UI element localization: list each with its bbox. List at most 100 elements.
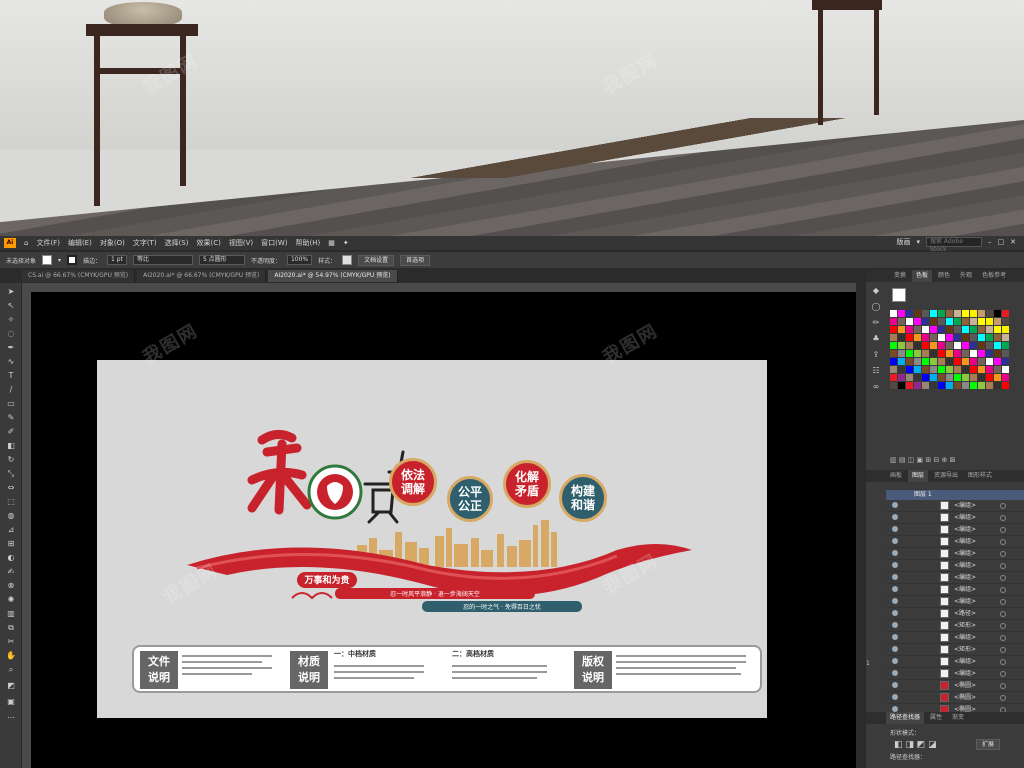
color-swatch[interactable] <box>906 366 913 373</box>
target-circle-icon[interactable] <box>1000 527 1006 533</box>
eraser-icon[interactable]: ◧ <box>5 441 17 451</box>
preferences-button[interactable]: 首选项 <box>400 254 431 266</box>
color-swatch[interactable] <box>930 318 937 325</box>
color-swatch[interactable] <box>890 334 897 341</box>
color-swatch[interactable] <box>906 350 913 357</box>
color-swatch[interactable] <box>890 350 897 357</box>
color-swatch[interactable] <box>922 334 929 341</box>
color-swatch[interactable] <box>914 326 921 333</box>
color-swatch[interactable] <box>938 374 945 381</box>
brushes-icon[interactable]: ✏ <box>871 318 881 328</box>
color-swatch[interactable] <box>962 342 969 349</box>
target-circle-icon[interactable] <box>1000 647 1006 653</box>
color-swatch[interactable] <box>978 374 985 381</box>
color-swatch[interactable] <box>930 374 937 381</box>
color-swatch[interactable] <box>914 366 921 373</box>
lasso-icon[interactable]: ◌ <box>5 329 17 339</box>
properties-icon[interactable]: ◆ <box>871 286 881 296</box>
color-swatch[interactable] <box>906 318 913 325</box>
layer-row[interactable]: <编组> <box>886 656 1024 668</box>
layer-row[interactable]: <矩形> <box>886 620 1024 632</box>
color-swatch[interactable] <box>1002 374 1009 381</box>
menu-edit[interactable]: 编辑(E) <box>68 238 92 248</box>
align-icon[interactable]: ☷ <box>871 366 881 376</box>
color-swatch[interactable] <box>954 326 961 333</box>
color-swatch[interactable] <box>946 358 953 365</box>
tab-artboards[interactable]: 画板 <box>886 470 906 482</box>
width-tool-icon[interactable]: ⇔ <box>5 483 17 493</box>
tab-color-guide[interactable]: 色板参考 <box>978 270 1010 282</box>
color-swatch[interactable] <box>914 318 921 325</box>
free-transform-icon[interactable]: ⬚ <box>5 497 17 507</box>
pen-tool-icon[interactable]: ✒ <box>5 343 17 353</box>
color-swatch[interactable] <box>914 358 921 365</box>
tab-document-3[interactable]: AI2020.ai* @ 54.97% (CMYK/GPU 预览) <box>268 270 398 282</box>
color-swatch[interactable] <box>978 342 985 349</box>
color-swatch[interactable] <box>914 334 921 341</box>
color-swatch[interactable] <box>946 374 953 381</box>
color-swatch[interactable] <box>914 382 921 389</box>
color-swatch[interactable] <box>922 342 929 349</box>
curvature-icon[interactable]: ∿ <box>5 357 17 367</box>
layer-row[interactable]: <椭圆> <box>886 692 1024 704</box>
target-circle-icon[interactable] <box>1000 515 1006 521</box>
color-swatch[interactable] <box>978 350 985 357</box>
layer-row[interactable]: <编组> <box>886 584 1024 596</box>
color-swatch[interactable] <box>994 334 1001 341</box>
color-swatch[interactable] <box>954 310 961 317</box>
color-swatch[interactable] <box>890 310 897 317</box>
color-swatch[interactable] <box>930 342 937 349</box>
menu-select[interactable]: 选择(S) <box>165 238 189 248</box>
menu-file[interactable]: 文件(F) <box>36 238 60 248</box>
color-swatch[interactable] <box>986 326 993 333</box>
color-swatch[interactable] <box>898 358 905 365</box>
layer-row[interactable]: <编组> <box>886 500 1024 512</box>
fill-swatch[interactable] <box>42 255 53 265</box>
color-swatch[interactable] <box>1002 342 1009 349</box>
color-swatch[interactable] <box>986 374 993 381</box>
visibility-eye-icon[interactable] <box>892 574 898 580</box>
color-swatch[interactable] <box>946 342 953 349</box>
color-swatch[interactable] <box>938 366 945 373</box>
color-swatch[interactable] <box>970 326 977 333</box>
slice-icon[interactable]: ✂ <box>5 637 17 647</box>
color-swatch[interactable] <box>906 358 913 365</box>
target-circle-icon[interactable] <box>1000 659 1006 665</box>
visibility-eye-icon[interactable] <box>892 622 898 628</box>
expand-button[interactable]: 扩展 <box>976 739 1001 750</box>
target-circle-icon[interactable] <box>1000 587 1006 593</box>
opacity-input[interactable]: 100% <box>286 255 313 265</box>
color-swatch[interactable] <box>898 374 905 381</box>
color-swatch[interactable] <box>914 350 921 357</box>
stroke-weight-input[interactable]: 1 pt <box>107 255 127 265</box>
rotate-icon[interactable]: ↻ <box>5 455 17 465</box>
layer-row[interactable]: <编组> <box>886 548 1024 560</box>
layer-row[interactable]: <编组> <box>886 596 1024 608</box>
libraries-icon[interactable]: ◯ <box>871 302 881 312</box>
color-swatch[interactable] <box>962 334 969 341</box>
visibility-eye-icon[interactable] <box>892 538 898 544</box>
close-icon[interactable]: ✕ <box>1010 238 1016 246</box>
color-swatch[interactable] <box>986 318 993 325</box>
variable-width-select[interactable]: 等比 <box>132 255 193 265</box>
menu-type[interactable]: 文字(T) <box>133 238 157 248</box>
mesh-icon[interactable]: ⊞ <box>5 539 17 549</box>
color-swatch[interactable] <box>994 366 1001 373</box>
scale-icon[interactable]: ⤡ <box>5 469 17 479</box>
home-icon[interactable]: ⌂ <box>24 239 28 247</box>
color-swatch[interactable] <box>954 342 961 349</box>
menu-window[interactable]: 窗口(W) <box>261 238 287 248</box>
color-swatch[interactable] <box>954 366 961 373</box>
color-swatch[interactable] <box>994 350 1001 357</box>
color-swatch[interactable] <box>970 366 977 373</box>
artboard-tool-icon[interactable]: ⧉ <box>5 623 17 633</box>
color-swatch[interactable] <box>898 326 905 333</box>
color-swatch[interactable] <box>986 350 993 357</box>
tab-graphic-styles[interactable]: 图形样式 <box>964 470 996 482</box>
color-swatch[interactable] <box>930 326 937 333</box>
color-swatch[interactable] <box>906 342 913 349</box>
color-swatch[interactable] <box>994 318 1001 325</box>
color-swatch[interactable] <box>922 326 929 333</box>
horizontal-ruler[interactable] <box>22 283 856 292</box>
color-swatch[interactable] <box>970 310 977 317</box>
